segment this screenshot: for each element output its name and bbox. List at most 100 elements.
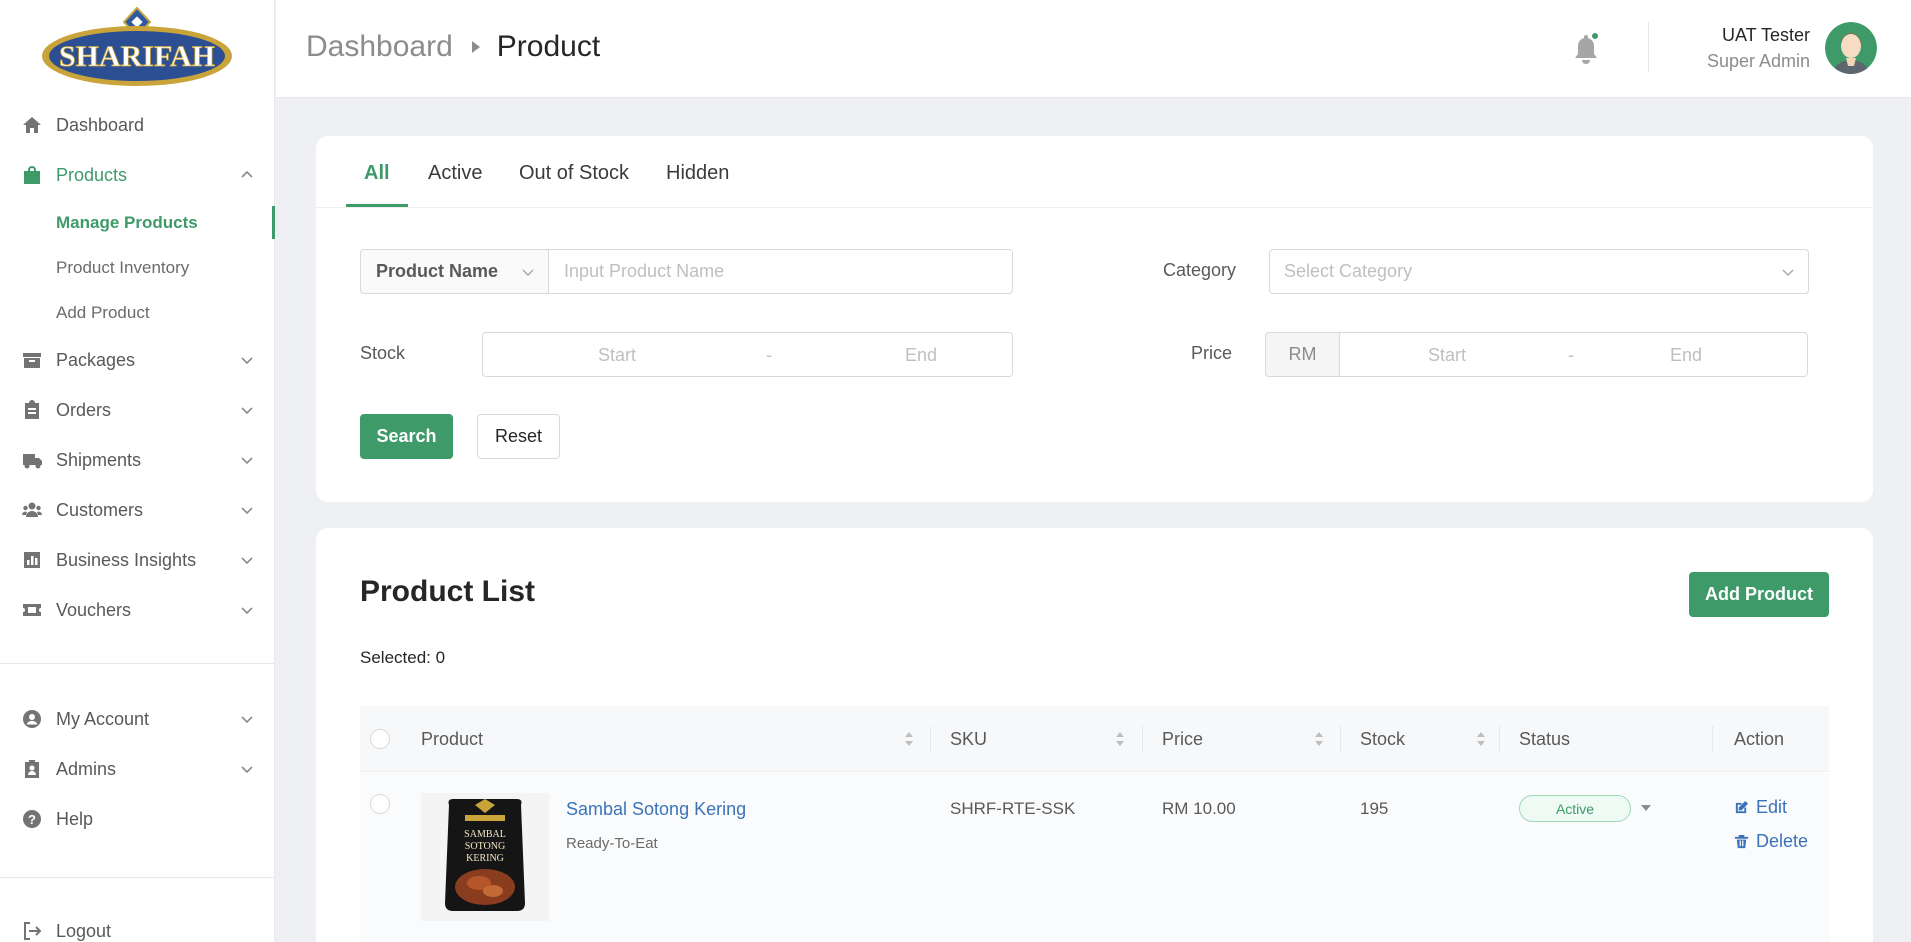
nav-item-vouchers[interactable]: Vouchers <box>0 585 275 635</box>
sort-icon[interactable] <box>904 731 914 747</box>
tab-all[interactable]: All <box>364 162 390 185</box>
ticket-icon <box>23 604 41 616</box>
breadcrumb-current: Product <box>496 30 601 63</box>
currency-addon: RM <box>1265 332 1340 377</box>
price-range-input[interactable]: Start - End <box>1339 332 1808 377</box>
category-select[interactable]: Select Category <box>1269 249 1809 294</box>
price-end-placeholder[interactable]: End <box>1670 345 1702 366</box>
chevron-down-icon <box>522 269 534 276</box>
nav-item-admins[interactable]: Admins <box>0 744 275 794</box>
add-product-button[interactable]: Add Product <box>1689 572 1829 617</box>
chevron-down-icon <box>241 407 253 415</box>
brand-logo[interactable]: SHARIFAH <box>40 6 235 90</box>
column-divider <box>1499 726 1500 752</box>
id-badge-icon <box>25 760 39 778</box>
tab-hidden[interactable]: Hidden <box>666 162 729 185</box>
nav-item-help[interactable]: ? Help <box>0 794 275 844</box>
nav-item-customers[interactable]: Customers <box>0 485 275 535</box>
caret-down-icon[interactable] <box>1640 803 1652 813</box>
box-icon <box>23 353 41 368</box>
column-header-product[interactable]: Product <box>421 706 483 772</box>
nav-label-help: Help <box>56 808 94 829</box>
stock-end-placeholder[interactable]: End <box>905 345 937 366</box>
header-divider <box>1648 22 1649 72</box>
sort-icon[interactable] <box>1314 731 1324 747</box>
logout-icon <box>24 922 42 940</box>
chevron-down-icon <box>241 507 253 515</box>
stock-start-placeholder[interactable]: Start <box>598 345 636 366</box>
price-range-separator: - <box>1568 345 1574 365</box>
selected-count: Selected: 0 <box>360 648 446 667</box>
product-name-input[interactable] <box>548 249 1013 294</box>
sub-item-manage-products[interactable]: Manage Products <box>0 200 275 245</box>
home-icon <box>23 117 41 133</box>
product-stock: 195 <box>1360 799 1389 818</box>
column-divider <box>1712 726 1713 752</box>
nav-item-orders[interactable]: Orders <box>0 385 275 435</box>
currency-text: RM <box>1288 344 1317 364</box>
column-header-stock[interactable]: Stock <box>1360 706 1405 772</box>
top-header: Dashboard Product UAT Tester Super Admin <box>276 0 1911 98</box>
breadcrumb-dashboard[interactable]: Dashboard <box>306 30 453 64</box>
clipboard-icon <box>25 400 39 419</box>
sort-icon[interactable] <box>1115 731 1125 747</box>
tab-active[interactable]: Active <box>428 162 482 185</box>
user-name[interactable]: UAT Tester <box>1722 25 1810 46</box>
notification-dot <box>1590 31 1600 41</box>
delete-label: Delete <box>1756 831 1809 851</box>
nav-label-orders: Orders <box>56 399 112 420</box>
delete-button[interactable]: Delete <box>1734 831 1808 852</box>
search-button[interactable]: Search <box>360 414 453 459</box>
nav-item-shipments[interactable]: Shipments <box>0 435 275 485</box>
avatar[interactable] <box>1825 22 1877 74</box>
edit-button[interactable]: Edit <box>1734 797 1787 818</box>
search-field-type-select[interactable]: Product Name <box>360 249 549 294</box>
logout-button[interactable]: Logout <box>0 906 275 942</box>
column-header-action: Action <box>1734 728 1785 749</box>
active-tab-indicator <box>346 204 408 207</box>
sub-label-product-inventory: Product Inventory <box>56 257 190 277</box>
trash-icon <box>1734 834 1749 849</box>
select-all-checkbox[interactable] <box>370 729 390 749</box>
truck-icon <box>23 454 42 469</box>
nav-item-dashboard[interactable]: Dashboard <box>0 100 275 150</box>
nav-item-products[interactable]: Products <box>0 150 275 200</box>
nav-label-customers: Customers <box>56 499 144 520</box>
help-icon: ? <box>23 810 41 828</box>
product-list-card: Product List Add Product Selected: 0 Pro… <box>316 528 1873 942</box>
reset-button[interactable]: Reset <box>477 414 560 459</box>
product-thumbnail[interactable]: SAMBAL SOTONG KERING <box>421 793 549 921</box>
product-list-title: Product List <box>360 575 536 608</box>
nav-divider <box>0 663 275 664</box>
edit-label: Edit <box>1756 797 1788 817</box>
column-header-sku[interactable]: SKU <box>950 706 987 772</box>
sub-item-add-product[interactable]: Add Product <box>0 290 275 335</box>
chevron-down-icon <box>241 607 253 615</box>
chevron-down-icon <box>241 766 253 774</box>
price-label: Price <box>1191 343 1233 363</box>
row-checkbox[interactable] <box>370 794 390 814</box>
price-start-placeholder[interactable]: Start <box>1428 345 1466 366</box>
column-divider <box>1142 726 1143 752</box>
nav-item-my-account[interactable]: My Account <box>0 694 275 744</box>
users-icon <box>22 502 42 517</box>
user-role: Super Admin <box>1706 51 1810 71</box>
nav-label-products: Products <box>56 164 128 185</box>
account-nav: My Account Admins ? Help <box>0 694 275 844</box>
product-name-link[interactable]: Sambal Sotong Kering <box>566 799 746 820</box>
sub-item-product-inventory[interactable]: Product Inventory <box>0 245 275 290</box>
column-header-price[interactable]: Price <box>1162 706 1203 772</box>
table-header: Product SKU Price Stock Status Action <box>360 706 1829 772</box>
stock-label: Stock <box>360 343 406 363</box>
nav-item-business-insights[interactable]: Business Insights <box>0 535 275 585</box>
filter-card: All Active Out of Stock Hidden Product N… <box>316 136 1873 502</box>
stock-range-input[interactable]: Start - End <box>482 332 1013 377</box>
chevron-down-icon <box>241 457 253 465</box>
tab-out-of-stock[interactable]: Out of Stock <box>519 162 629 185</box>
svg-text:SAMBAL: SAMBAL <box>464 829 506 840</box>
status-text: Active <box>1555 800 1595 817</box>
sidebar: SHARIFAH Dashboard Products Manage Produ… <box>0 0 275 942</box>
nav-label-shipments: Shipments <box>56 449 142 470</box>
nav-item-packages[interactable]: Packages <box>0 335 275 385</box>
sort-icon[interactable] <box>1476 731 1486 747</box>
